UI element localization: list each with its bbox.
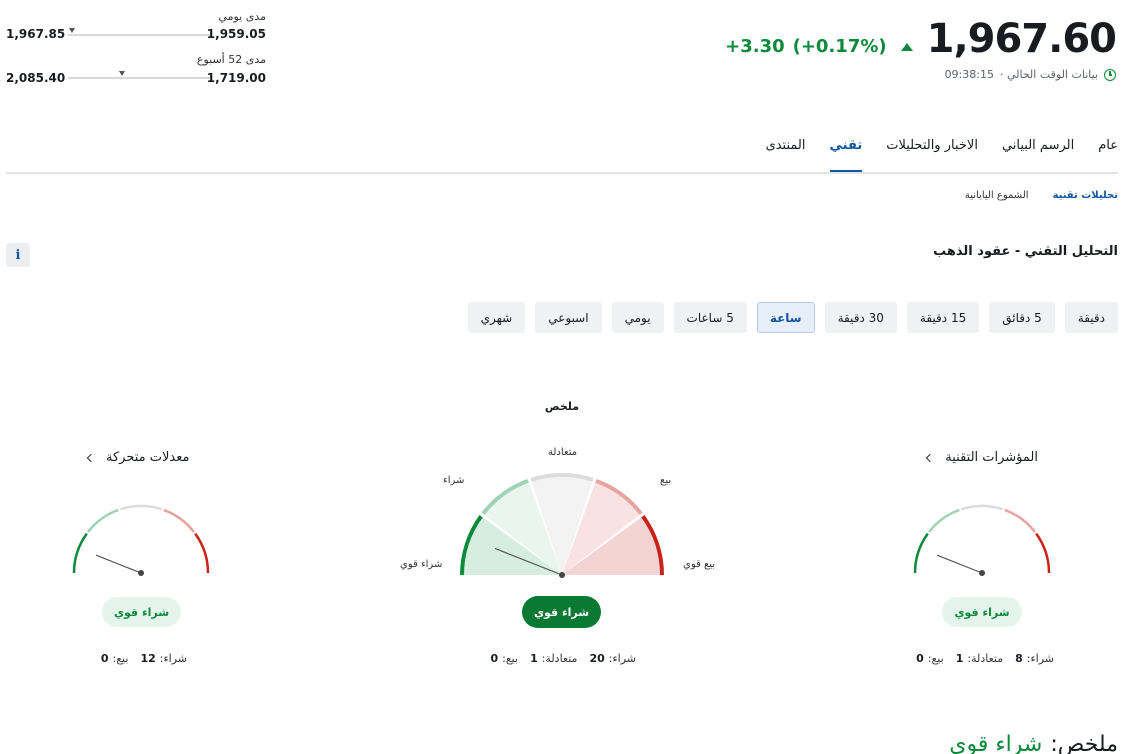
indicators-buy-count: شراء:8 bbox=[1015, 652, 1054, 665]
chevron-left-icon bbox=[926, 453, 935, 462]
indicators-gauge-needle-pivot bbox=[979, 570, 985, 576]
tab-news[interactable]: الاخبار والتحليلات bbox=[886, 138, 978, 173]
time-value: 09:38:15 bbox=[944, 68, 994, 81]
summary-label-buy: شراء bbox=[443, 475, 465, 486]
chevron-left-icon bbox=[86, 453, 96, 462]
daily-range-high: 1,967.85 bbox=[6, 27, 66, 41]
timeframe-monthly[interactable]: شهري bbox=[467, 302, 526, 333]
summary-footer-label: ملخص: bbox=[1050, 732, 1118, 754]
ma-gauge bbox=[72, 504, 210, 576]
ma-gauge-segment-strong-buy bbox=[72, 532, 88, 574]
timeframe-selector: دقيقة 5 دقائق 15 دقيقة 30 دقيقة ساعة 5 س… bbox=[467, 302, 1118, 333]
timeframe-30min[interactable]: 30 دقيقة bbox=[824, 302, 897, 333]
ma-gauge-title: معدلات متحركة bbox=[106, 450, 190, 465]
indicators-gauge-segment-sell bbox=[1004, 508, 1036, 533]
timeframe-daily[interactable]: يومي bbox=[611, 302, 664, 333]
tab-chart[interactable]: الرسم البياني bbox=[1002, 138, 1074, 173]
indicators-gauge-segment-strong-buy bbox=[913, 532, 929, 574]
timeframe-1min[interactable]: دقيقة bbox=[1064, 302, 1118, 333]
info-icon[interactable]: i bbox=[6, 243, 30, 267]
timeframe-15min[interactable]: 15 دقيقة bbox=[906, 302, 980, 333]
daily-range: مدى يومي 1,959.05 1,967.85 bbox=[6, 10, 268, 44]
summary-footer: ملخص: شراء قوي bbox=[949, 732, 1118, 754]
indicators-gauge-header[interactable]: المؤشرات التقنية bbox=[926, 450, 1038, 465]
summary-verdict-badge: شراء قوي bbox=[522, 596, 601, 628]
indicators-neutral-count: متعادلة:1 bbox=[955, 652, 1004, 665]
sub-tabs: تحليلات تقنية الشموع اليابانية bbox=[965, 190, 1118, 201]
time-label: بيانات الوقت الحالي · bbox=[999, 68, 1098, 81]
clock-icon bbox=[1104, 68, 1116, 81]
week52-range-marker bbox=[118, 71, 125, 76]
indicators-counts: شراء:8 متعادلة:1 بيع:0 bbox=[916, 652, 1054, 665]
main-tabs: عام الرسم البياني الاخبار والتحليلات تقن… bbox=[742, 138, 1118, 173]
summary-label-strong-sell: بيع قوي bbox=[683, 559, 716, 570]
price-row: 1,967.60 +3.30 (+0.17%) bbox=[725, 16, 1117, 62]
ma-gauge-segment-strong-sell bbox=[194, 532, 210, 574]
ma-counts: شراء:12 بيع:0 bbox=[101, 652, 187, 665]
week52-range-label: مدى 52 أسبوع bbox=[196, 53, 266, 66]
indicators-gauge-segment-strong-sell bbox=[1035, 532, 1051, 574]
week52-range-track bbox=[68, 71, 210, 79]
change-percent: (+0.17%) bbox=[792, 36, 887, 57]
indicators-gauge-title: المؤشرات التقنية bbox=[945, 450, 1038, 465]
week52-range-low: 1,719.00 bbox=[206, 71, 266, 85]
subtab-technical-analysis[interactable]: تحليلات تقنية bbox=[1053, 190, 1118, 201]
week52-range-high: 2,085.40 bbox=[6, 71, 66, 85]
tab-technical[interactable]: تقني bbox=[829, 138, 862, 173]
tab-forum[interactable]: المنتدى bbox=[766, 138, 806, 173]
summary-neutral-count: متعادلة:1 bbox=[530, 652, 578, 665]
subtab-candlestick[interactable]: الشموع اليابانية bbox=[965, 190, 1029, 201]
time-row: بيانات الوقت الحالي · 09:38:15 bbox=[725, 68, 1116, 81]
indicators-gauge-needle bbox=[936, 554, 983, 574]
ma-gauge-needle bbox=[95, 554, 142, 574]
ma-buy-count: شراء:12 bbox=[140, 652, 187, 665]
indicators-gauge bbox=[913, 504, 1051, 576]
summary-gauge-title: ملخص bbox=[544, 400, 580, 413]
ma-gauge-segment-sell bbox=[163, 508, 195, 533]
ma-sell-count: بيع:0 bbox=[100, 652, 129, 665]
daily-range-low: 1,959.05 bbox=[206, 27, 266, 41]
tabs-divider bbox=[6, 172, 1118, 174]
ma-verdict-badge: شراء قوي bbox=[102, 597, 181, 627]
summary-gauge bbox=[460, 473, 664, 578]
timeframe-5min[interactable]: 5 دقائق bbox=[989, 302, 1055, 333]
summary-label-sell: بيع bbox=[660, 475, 672, 486]
summary-counts: شراء:20 متعادلة:1 بيع:0 bbox=[490, 652, 636, 665]
summary-sell-count: بيع:0 bbox=[490, 652, 519, 665]
indicators-sell-count: بيع:0 bbox=[916, 652, 944, 665]
quote-header: 1,967.60 +3.30 (+0.17%) بيانات الوقت الح… bbox=[725, 16, 1117, 81]
last-price: 1,967.60 bbox=[926, 16, 1117, 62]
ma-gauge-header[interactable]: معدلات متحركة bbox=[86, 450, 190, 465]
ma-gauge-needle-pivot bbox=[138, 570, 144, 576]
week52-range: مدى 52 أسبوع 1,719.00 2,085.40 bbox=[6, 53, 268, 87]
daily-range-marker bbox=[69, 28, 76, 33]
indicators-verdict-badge: شراء قوي bbox=[942, 597, 1022, 627]
summary-footer-value: شراء قوي bbox=[949, 732, 1043, 754]
summary-label-strong-buy: شراء قوي bbox=[400, 559, 443, 570]
summary-buy-count: شراء:20 bbox=[589, 652, 636, 665]
timeframe-hourly[interactable]: ساعة bbox=[756, 302, 815, 333]
section-title: التحليل التقني - عقود الذهب bbox=[933, 244, 1118, 259]
change-value: +3.30 bbox=[725, 36, 785, 57]
summary-label-neutral: متعادلة bbox=[548, 447, 578, 458]
ma-gauge-segment-neutral bbox=[119, 504, 163, 511]
summary-gauge-needle-pivot bbox=[559, 572, 565, 578]
daily-range-label: مدى يومي bbox=[218, 10, 266, 23]
indicators-gauge-segment-buy bbox=[928, 508, 960, 533]
tab-general[interactable]: عام bbox=[1098, 138, 1118, 173]
timeframe-5hours[interactable]: 5 ساعات bbox=[673, 302, 747, 333]
price-change: +3.30 (+0.17%) bbox=[725, 36, 913, 57]
daily-range-track bbox=[68, 28, 210, 36]
indicators-gauge-segment-neutral bbox=[960, 504, 1004, 511]
arrow-up-icon bbox=[900, 42, 913, 51]
ma-gauge-segment-buy bbox=[87, 508, 119, 533]
timeframe-weekly[interactable]: اسبوعي bbox=[535, 302, 602, 333]
